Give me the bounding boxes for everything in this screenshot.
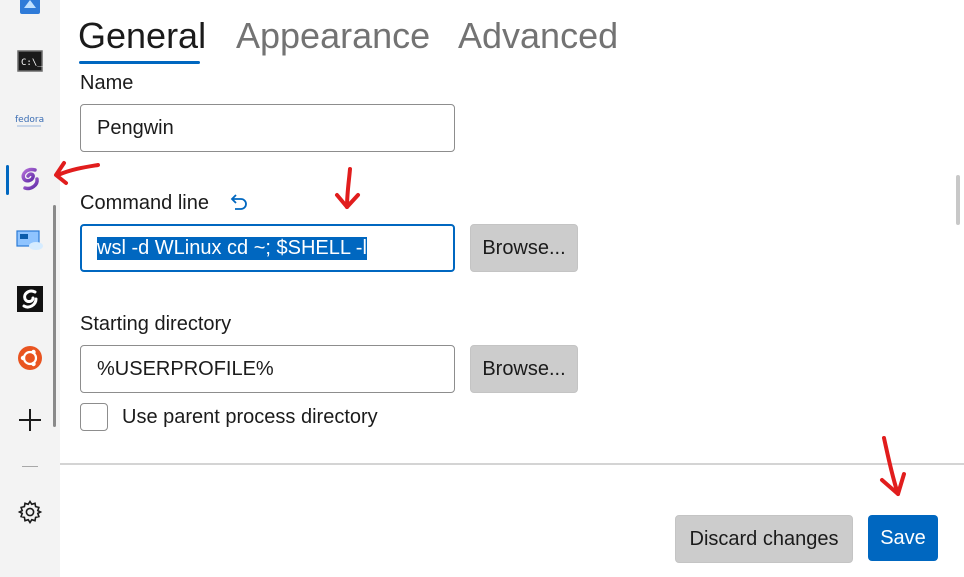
use-parent-directory-checkbox[interactable] (80, 403, 108, 431)
starting-directory-value: %USERPROFILE% (97, 357, 274, 380)
gear-icon[interactable] (14, 496, 46, 528)
save-button[interactable]: Save (868, 515, 938, 561)
selected-indicator (6, 165, 9, 195)
tab-appearance[interactable]: Appearance (236, 14, 430, 58)
profile-sidebar: C:\_ fedora (0, 0, 60, 577)
annotation-arrow-save-icon (880, 436, 906, 496)
sidebar-divider (22, 466, 38, 467)
tab-advanced[interactable]: Advanced (458, 14, 618, 58)
name-label: Name (80, 72, 134, 94)
command-line-value: wsl -d WLinux cd ~; $SHELL -l (97, 236, 367, 260)
svg-text:C:\_: C:\_ (21, 58, 43, 68)
debian-icon[interactable] (14, 283, 46, 315)
revert-icon[interactable] (228, 192, 250, 214)
use-parent-directory-label[interactable]: Use parent process directory (122, 406, 378, 429)
pengwin-icon[interactable] (14, 163, 46, 195)
azure-cloud-shell-icon[interactable] (14, 0, 46, 20)
selected-tab-indicator (79, 61, 200, 64)
annotation-arrow-command-line-icon (335, 167, 360, 209)
add-profile-icon[interactable] (14, 404, 46, 436)
remote-desktop-icon[interactable] (14, 224, 46, 256)
sidebar-scrollbar[interactable] (53, 205, 56, 427)
starting-directory-field[interactable]: %USERPROFILE% (80, 345, 455, 393)
browse-directory-button[interactable]: Browse... (470, 345, 578, 393)
command-prompt-icon[interactable]: C:\_ (14, 45, 46, 77)
browse-command-button[interactable]: Browse... (470, 224, 578, 272)
command-line-field[interactable]: wsl -d WLinux cd ~; $SHELL -l (80, 224, 455, 272)
content-scrollbar[interactable] (956, 175, 960, 225)
discard-changes-button[interactable]: Discard changes (675, 515, 853, 563)
command-line-label: Command line (80, 192, 209, 214)
footer-divider (60, 463, 964, 465)
tab-general[interactable]: General (78, 14, 206, 58)
name-field[interactable]: Pengwin (80, 104, 455, 152)
name-value: Pengwin (97, 116, 174, 139)
svg-text:fedora: fedora (15, 115, 44, 125)
ubuntu-icon[interactable] (14, 342, 46, 374)
starting-directory-label: Starting directory (80, 313, 232, 335)
fedora-icon[interactable]: fedora (14, 104, 46, 136)
